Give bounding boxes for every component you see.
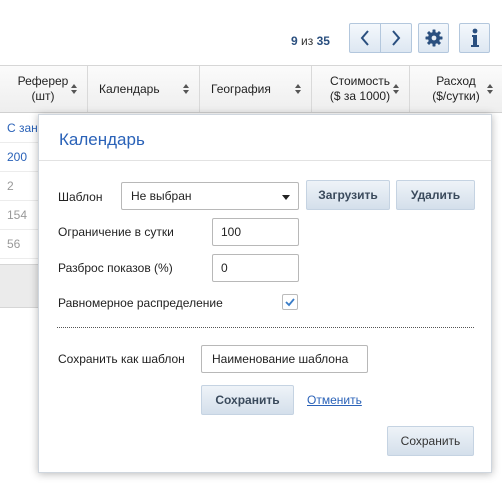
next-page-button[interactable] — [380, 24, 411, 52]
dialog-title-divider — [39, 160, 491, 161]
cell-value: 56 — [7, 237, 21, 251]
pager-of-label: из — [301, 34, 314, 48]
template-select-value: Не выбран — [131, 189, 192, 203]
column-cost-unit: ($ за 1000) — [329, 89, 391, 103]
column-spend[interactable]: Расход ($/сутки) — [409, 66, 502, 112]
column-calendar[interactable]: Календарь — [87, 66, 198, 112]
dialog-title: Календарь — [59, 130, 145, 149]
cell-value: 154 — [7, 208, 28, 222]
template-label: Шаблон — [58, 190, 103, 204]
delete-template-button[interactable]: Удалить — [396, 180, 475, 210]
gear-icon — [425, 29, 442, 47]
table-row[interactable]: 56 — [0, 230, 40, 259]
info-icon — [470, 28, 479, 47]
column-referrer-label: Реферер — [17, 74, 69, 88]
uniform-distribution-label: Равномерное распределение — [58, 296, 223, 310]
table-row[interactable]: С зан — [0, 114, 40, 143]
sort-arrows-icon — [487, 84, 494, 94]
daily-limit-label: Ограничение в сутки — [58, 225, 174, 239]
table-footer — [0, 264, 40, 308]
checkmark-icon — [285, 298, 295, 307]
sort-arrows-icon — [295, 84, 302, 94]
cell-value: 200 — [7, 150, 28, 164]
current-page: 9 — [291, 34, 298, 48]
column-referrer[interactable]: Реферер (шт) — [0, 66, 86, 112]
sort-arrows-icon — [183, 84, 190, 94]
dropdown-caret-icon — [282, 195, 290, 200]
spread-label: Разброс показов (%) — [58, 261, 173, 275]
column-calendar-label: Календарь — [99, 81, 160, 96]
table-row[interactable]: 200 — [0, 143, 40, 172]
column-spend-label: Расход — [436, 74, 476, 88]
template-name-input[interactable]: Наименование шаблона — [201, 345, 368, 373]
column-geography-label: География — [211, 81, 271, 96]
pager-navigation — [349, 23, 412, 53]
table-row[interactable]: 154 — [0, 201, 40, 230]
cancel-link[interactable]: Отменить — [307, 393, 362, 407]
settings-button[interactable] — [418, 23, 449, 53]
table-row[interactable]: 2 — [0, 172, 40, 201]
column-geography[interactable]: География — [199, 66, 310, 112]
sort-arrows-icon — [71, 84, 78, 94]
template-select[interactable]: Не выбран — [121, 182, 299, 210]
column-referrer-unit: (шт) — [31, 89, 55, 103]
chevron-right-icon — [392, 30, 401, 46]
load-template-button[interactable]: Загрузить — [306, 180, 390, 210]
cell-value: 2 — [7, 179, 14, 193]
sort-arrows-icon — [393, 84, 400, 94]
prev-page-button[interactable] — [350, 24, 380, 52]
spread-input[interactable]: 0 — [212, 254, 299, 282]
pagination-counter: 9 из 35 — [291, 34, 330, 48]
column-spend-unit: ($/сутки) — [432, 89, 480, 103]
chevron-left-icon — [360, 30, 369, 46]
cell-text: С зан — [7, 121, 38, 135]
column-cost-label: Стоимость — [329, 74, 391, 88]
save-button[interactable]: Сохранить — [387, 426, 474, 456]
table-body: С зан 200 2 154 56 — [0, 114, 40, 259]
daily-limit-input[interactable]: 100 — [212, 218, 299, 246]
column-cost[interactable]: Стоимость ($ за 1000) — [311, 66, 408, 112]
uniform-distribution-checkbox[interactable] — [282, 294, 298, 310]
section-divider — [57, 327, 474, 328]
calendar-dialog: Календарь Шаблон Не выбран Загрузить Уда… — [38, 114, 492, 473]
info-button[interactable] — [459, 23, 490, 53]
save-template-button[interactable]: Сохранить — [201, 385, 294, 415]
table-header: Реферер (шт) Календарь География Стоимост… — [0, 65, 502, 113]
total-pages: 35 — [316, 34, 330, 48]
save-as-template-label: Сохранить как шаблон — [58, 352, 185, 366]
